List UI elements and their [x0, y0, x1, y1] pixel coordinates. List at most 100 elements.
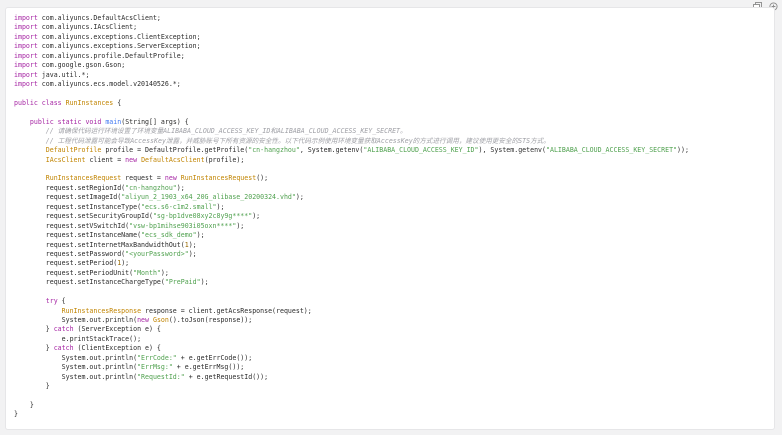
code-token: java.util.*;: [37, 70, 90, 79]
code-token: catch: [53, 325, 74, 334]
code-token: "cn-hangzhou": [125, 183, 177, 192]
code-token: }: [14, 410, 18, 419]
code-token: public class: [14, 98, 66, 107]
code-line: request.setInstanceName("ecs_sdk_demo");: [14, 231, 774, 240]
code-line: request.setInstanceChargeType("PrePaid")…: [14, 278, 774, 287]
code-token: "ALIBABA_CLOUD_ACCESS_KEY_ID": [363, 146, 479, 155]
code-line: import com.aliyuncs.IAcsClient;: [14, 23, 774, 32]
code-line: }: [14, 410, 774, 419]
code-line: request.setInternetMaxBandwidthOut(1);: [14, 241, 774, 250]
code-token: );: [252, 212, 261, 221]
code-block[interactable]: import com.aliyuncs.DefaultAcsClient; imp…: [6, 8, 774, 429]
code-line: System.out.println("ErrCode:" + e.getErr…: [14, 354, 774, 363]
code-line: public class RunInstances {: [14, 99, 774, 108]
code-line: request.setInstanceType("ecs.s6-c1m2.sma…: [14, 203, 774, 212]
code-token: );: [196, 231, 205, 240]
code-token: request.setImageId(: [14, 193, 122, 202]
code-token: );: [216, 202, 225, 211]
code-token: import: [14, 32, 38, 41]
code-token: "Month": [133, 268, 161, 277]
code-token: request.setInstanceChargeType(: [14, 278, 165, 287]
code-token: import: [14, 51, 38, 60]
code-token: (ClientException e) {: [73, 344, 161, 353]
code-line: DefaultProfile profile = DefaultProfile.…: [14, 146, 774, 155]
code-token: com.aliyuncs.IAcsClient;: [37, 23, 138, 32]
code-token: );: [200, 278, 209, 287]
code-token: "cn-hangzhou": [248, 146, 300, 155]
code-token: new: [164, 174, 181, 183]
code-token: import: [14, 70, 38, 79]
code-token: , System.getenv(: [299, 146, 364, 155]
code-token: import: [14, 61, 38, 70]
code-token: );: [160, 268, 169, 277]
code-line: } catch (ClientException e) {: [14, 344, 774, 353]
code-token: e.printStackTrace();: [14, 334, 142, 343]
code-text: import com.aliyuncs.DefaultAcsClient; imp…: [6, 8, 774, 420]
code-line: RunInstancesRequest request = new RunIns…: [14, 174, 774, 183]
code-token: new: [125, 155, 142, 164]
code-line: public static void main(String[] args) {: [14, 118, 774, 127]
code-token: request.setRegionId(: [14, 183, 126, 192]
code-token: import: [14, 14, 38, 22]
code-token: com.aliyuncs.profile.DefaultProfile;: [37, 51, 185, 60]
code-token: + e.getRequestId());: [184, 372, 269, 381]
code-token: );: [236, 221, 245, 230]
code-token: request.setPassword(: [14, 249, 126, 258]
code-token: "ALIBABA_CLOUD_ACCESS_KEY_SECRET": [546, 146, 678, 155]
code-token: public static void: [29, 117, 106, 126]
code-token: com.aliyuncs.exceptions.ClientException;: [37, 32, 201, 41]
code-token: request.setInstanceType(: [14, 202, 142, 211]
code-token: main: [105, 117, 122, 126]
code-token: System.out.println(: [14, 363, 138, 372]
code-token: }: [14, 325, 54, 334]
code-token: com.aliyuncs.ecs.model.v20140526.*;: [37, 80, 181, 89]
code-token: System.out.println(: [14, 353, 138, 362]
code-token: request.setVSwitchId(: [14, 221, 130, 230]
code-line: }: [14, 401, 774, 410]
code-token: );: [176, 183, 185, 192]
code-token: RunInstancesRequest: [180, 174, 257, 183]
code-token: RunInstances: [65, 98, 114, 107]
code-token: ), System.getenv(: [478, 146, 547, 155]
code-token: request =: [121, 174, 165, 183]
code-token: "RequestId:": [137, 372, 185, 381]
code-line: import com.aliyuncs.exceptions.ServerExc…: [14, 42, 774, 51]
code-line: // 请确保代码运行环境设置了环境变量ALIBABA_CLOUD_ACCESS_…: [14, 127, 774, 136]
code-token: RunInstancesRequest: [45, 174, 122, 183]
code-token: Gson: [152, 316, 169, 324]
code-token: import: [14, 80, 38, 89]
code-token: // 工程代码泄露可能会导致AccessKey泄露，并威胁账号下所有资源的安全性…: [45, 136, 550, 145]
code-line: request.setVSwitchId("vsw-bp1mihse903i05…: [14, 222, 774, 231]
code-token: ();: [256, 174, 269, 183]
code-token: request.setPeriodUnit(: [14, 268, 134, 277]
code-token: "ecs_sdk_demo": [141, 231, 197, 240]
code-token: }: [14, 382, 50, 391]
code-token: profile = DefaultProfile.getProfile(: [101, 146, 249, 155]
code-token: // 请确保代码运行环境设置了环境变量ALIBABA_CLOUD_ACCESS_…: [45, 127, 407, 136]
code-token: );: [295, 193, 304, 202]
code-line: System.out.println(new Gson().toJson(res…: [14, 316, 774, 325]
code-line: System.out.println("RequestId:" + e.getR…: [14, 373, 774, 382]
code-token: (profile);: [204, 155, 245, 164]
code-line: request.setSecurityGroupId("sg-bp1dve08x…: [14, 212, 774, 221]
code-token: RunInstancesResponse: [61, 306, 142, 315]
code-line: // 工程代码泄露可能会导致AccessKey泄露，并威胁账号下所有资源的安全性…: [14, 137, 774, 146]
code-line: }: [14, 382, 774, 391]
code-token: "aliyun_2_1903_x64_20G_alibase_20200324.…: [121, 193, 296, 202]
code-line: request.setRegionId("cn-hangzhou");: [14, 184, 774, 193]
code-token: ));: [677, 146, 689, 155]
code-line: import com.aliyuncs.profile.DefaultProfi…: [14, 52, 774, 61]
code-token: "PrePaid": [164, 278, 201, 287]
code-token: request.setInternetMaxBandwidthOut(: [14, 240, 185, 249]
code-token: DefaultProfile: [45, 146, 102, 155]
code-line: } catch (ServerException e) {: [14, 325, 774, 334]
code-token: request.setInstanceName(: [14, 231, 142, 240]
